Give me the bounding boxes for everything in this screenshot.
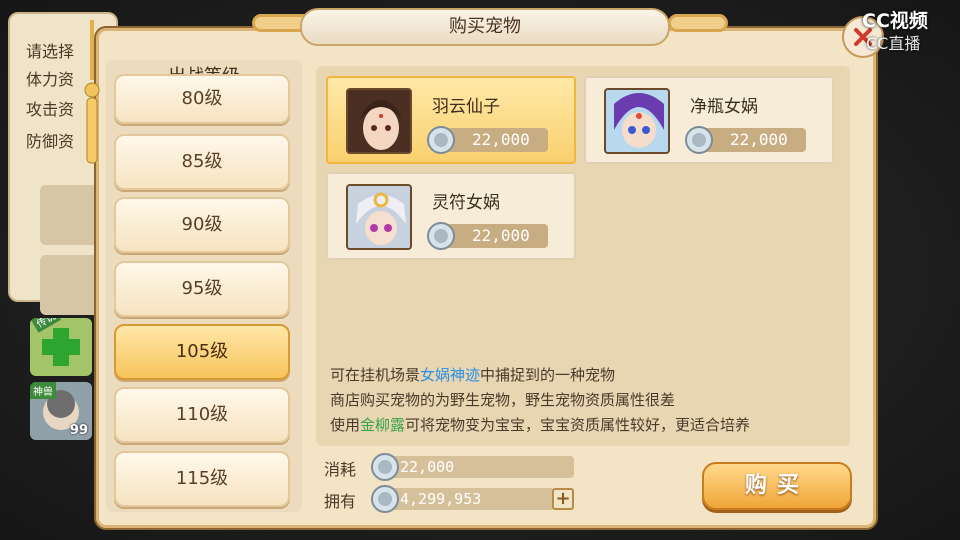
pet-thumb[interactable]: 神兽 99 — [30, 382, 92, 440]
silver-coin-icon — [685, 126, 713, 154]
pet-price: 22,000 — [427, 222, 548, 250]
silver-coin-icon — [371, 453, 399, 481]
desc-text: 使用 — [330, 416, 361, 434]
title-ornament-right-icon — [668, 14, 728, 32]
pet-name: 净瓶女娲 — [690, 97, 758, 117]
bg-text-line: 请选择 — [26, 42, 75, 61]
pet-price: 22,000 — [427, 126, 548, 154]
level-item-80[interactable]: 80级 — [114, 74, 290, 124]
add-pet-slot[interactable]: 传说 — [30, 318, 92, 376]
own-value: 4,299,953 — [400, 490, 482, 508]
description-line-1: 可在挂机场景女娲神迹中捕捉到的一种宠物 — [330, 364, 615, 385]
desc-text: 中捕捉到的一种宠物 — [480, 366, 616, 384]
pet-card-jingping[interactable]: 净瓶女娲 22,000 — [584, 76, 834, 164]
nuwa-portrait-icon — [606, 90, 668, 152]
tassel-ornament-icon — [84, 20, 100, 164]
pet-avatar — [346, 88, 412, 154]
pet-price: 22,000 — [685, 126, 806, 154]
add-currency-button[interactable]: + — [552, 488, 574, 510]
own-label: 拥有 — [324, 492, 357, 511]
desc-text: 可将宠物变为宝宝，宝宝资质属性较好，更适合培养 — [405, 416, 751, 434]
buy-button[interactable]: 购买 — [702, 462, 852, 510]
bg-text-line: 攻击资 — [26, 100, 75, 119]
watermark-line2: CC直播 — [866, 34, 921, 53]
cost-label: 消耗 — [324, 460, 357, 479]
level-item-110[interactable]: 110级 — [114, 387, 290, 443]
pet-avatar — [346, 184, 412, 250]
pet-thumb-level: 99 — [69, 423, 88, 438]
level-item-105[interactable]: 105级 — [114, 324, 290, 380]
pet-price-value: 22,000 — [472, 130, 530, 149]
desc-text: 可在挂机场景 — [330, 366, 421, 384]
dialog-title: 购买宠物 — [449, 16, 521, 37]
description-line-3: 使用金柳露可将宠物变为宝宝，宝宝资质属性较好，更适合培养 — [330, 414, 750, 435]
nuwa-portrait-icon — [348, 186, 410, 248]
game-screen: 请选择 体力资 攻击资 防御资 传说 神兽 99 购买宠物 CC视频 CC直播 … — [0, 0, 960, 540]
pet-card-lingfu[interactable]: 灵符女娲 22,000 — [326, 172, 576, 260]
title-bar: 购买宠物 — [300, 8, 670, 46]
level-item-85[interactable]: 85级 — [114, 134, 290, 190]
level-item-90[interactable]: 90级 — [114, 197, 290, 253]
pet-price-value: 22,000 — [730, 130, 788, 149]
level-item-115[interactable]: 115级 — [114, 451, 290, 507]
item-link[interactable]: 金柳露 — [360, 416, 405, 434]
silver-coin-icon — [427, 222, 455, 250]
bg-text-line: 防御资 — [26, 132, 75, 151]
bg-text-line: 体力资 — [26, 70, 75, 89]
cost-bar: 22,000 — [371, 453, 574, 481]
fairy-portrait-icon — [348, 90, 410, 152]
level-item-95[interactable]: 95级 — [114, 261, 290, 317]
pet-avatar — [604, 88, 670, 154]
silver-coin-icon — [371, 485, 399, 513]
silver-coin-icon — [427, 126, 455, 154]
cost-value: 22,000 — [400, 458, 455, 476]
pet-card-yuyun[interactable]: 羽云仙子 22,000 — [326, 76, 576, 164]
pet-name: 灵符女娲 — [432, 193, 500, 213]
pet-price-value: 22,000 — [472, 226, 530, 245]
scene-link[interactable]: 女娲神迹 — [420, 366, 480, 384]
watermark-line1: CC视频 — [862, 10, 928, 32]
pet-name: 羽云仙子 — [432, 97, 500, 117]
tag-label: 神兽 — [30, 382, 56, 399]
own-bar: 4,299,953 — [371, 485, 554, 513]
description-line-2: 商店购买宠物的为野生宠物，野生宠物资质属性很差 — [330, 391, 676, 409]
